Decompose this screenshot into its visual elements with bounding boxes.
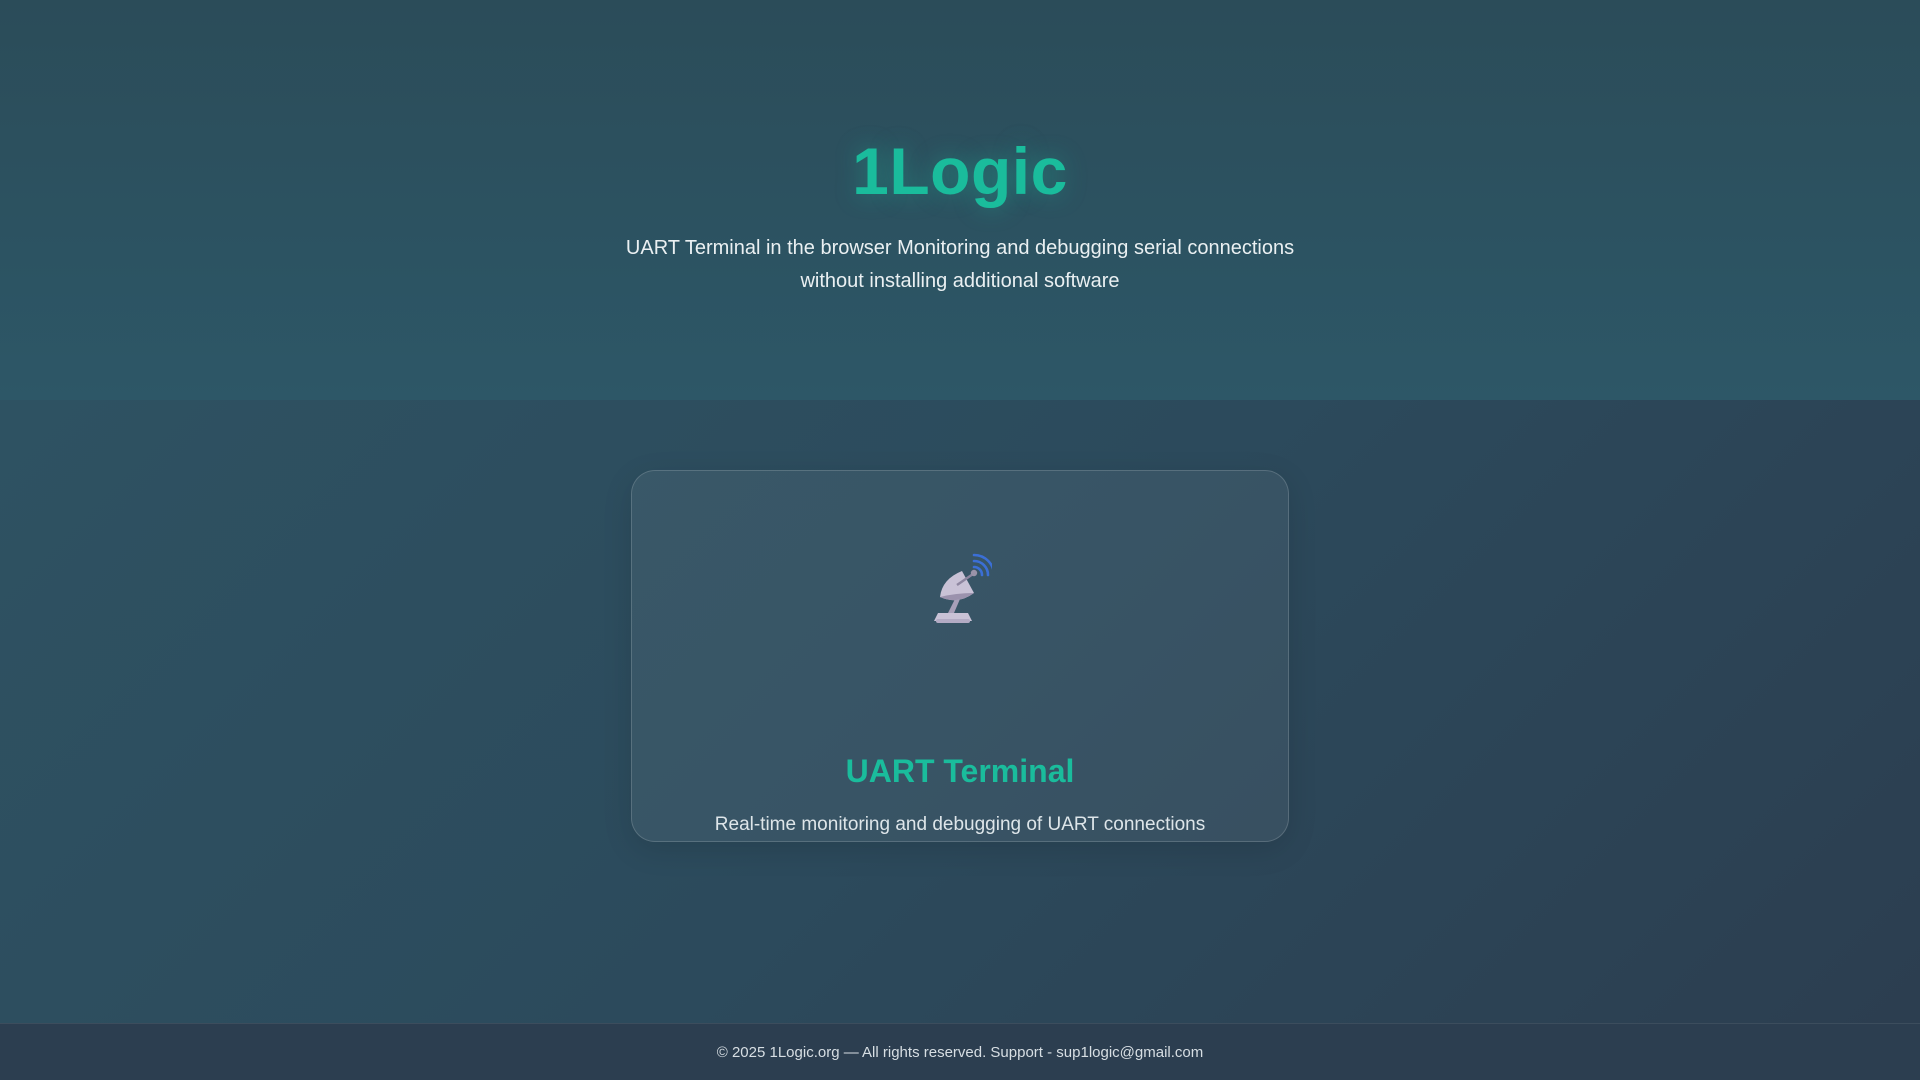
tagline: UART Terminal in the browser Monitoring … [625,237,1295,292]
brand-title: 1Logic [852,134,1068,208]
satellite-antenna-icon [934,553,992,623]
card-title: UART Terminal [845,753,1075,789]
uart-terminal-card[interactable]: UART Terminal Real-time monitoring and d… [631,470,1289,842]
main-content: UART Terminal Real-time monitoring and d… [0,400,1920,1023]
footer-copyright: © 2025 1Logic.org — All rights reserved.… [716,1044,1204,1061]
footer: © 2025 1Logic.org — All rights reserved.… [0,1023,1920,1080]
card-description: Real-time monitoring and debugging of UA… [714,814,1206,835]
hero-header: 1Logic UART Terminal in the browser Moni… [0,0,1920,400]
